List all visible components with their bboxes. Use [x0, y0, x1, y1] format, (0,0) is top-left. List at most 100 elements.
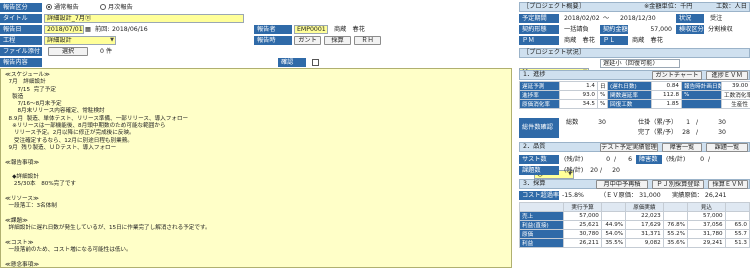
reporter-label: 報告者 [254, 25, 292, 34]
profit-cell: 57,000 [687, 211, 726, 221]
contract-type-value: 一括請負 [564, 26, 589, 33]
profit-row: 売上 57,000 22,023 57,000 [518, 211, 750, 221]
progress-cell: 生産性 [721, 99, 750, 109]
file-count: 0 件 [100, 48, 113, 55]
file-attach-label: ファイル添付 [0, 47, 42, 56]
phase-select[interactable]: 詳細設計 ▼ [44, 36, 116, 45]
issue-count-sub: (残/計) [564, 167, 584, 174]
progress-row: 進捗率93.0%関数遅延率112.8%工数消化率45.7 [519, 90, 750, 100]
profit-header-cell [518, 202, 565, 212]
profit-cell: 31,780 [687, 229, 726, 239]
profit-header-cell [600, 202, 627, 212]
issue-count-b: 20 [612, 167, 620, 174]
wip-b: 30 [718, 119, 726, 126]
progress-cell: 原価消化率 [519, 99, 560, 109]
profit-table: 実行予算 原価実績 見込 売上 57,000 22,023 57,000 利益(直接) 25,6… [518, 202, 750, 248]
progress-cell: 1.4 [559, 81, 598, 91]
report-time-label: 報告時 [254, 36, 292, 45]
calendar-icon[interactable]: ▦ [85, 25, 93, 34]
ev-cost: （ＥＶ原価： 31,000 [600, 192, 661, 199]
gantt-chart-button[interactable]: ガントチャート [652, 71, 702, 80]
profit-cell: 54.0% [600, 229, 627, 239]
profit-cell: 57,000 [563, 211, 602, 221]
issue-count-a: 20 [590, 167, 598, 174]
confirm-label: 確認 [278, 58, 306, 67]
mid-month-button[interactable]: 月中中予再積 [596, 180, 648, 189]
radio-on-icon[interactable] [46, 4, 52, 10]
profit-cell: 30,780 [563, 229, 602, 239]
done-slash: / [696, 129, 699, 136]
profit-cell: 55.7 [724, 229, 750, 239]
report-content-label: 報告内容 [0, 58, 42, 67]
pm-value: 商蔵 春花 [564, 37, 595, 44]
profit-cell: 9,082 [625, 238, 664, 248]
progress-cell: 34.5 [559, 99, 598, 109]
bug-count-sub: (残/計) [666, 156, 686, 163]
profit-cell: 31,371 [625, 229, 664, 239]
test-slash: / [614, 156, 617, 163]
profit-cell: 51.3 [724, 238, 750, 248]
progress-row: 原価消化率34.5%回復工数1.85生産性2.16 [519, 99, 750, 109]
progress-cell [681, 99, 722, 109]
done-label: 完了（累/予） [638, 129, 678, 136]
progress-cell: 進捗率 [519, 90, 560, 100]
bug-slash: / [708, 156, 711, 163]
done-a: 28 [682, 129, 690, 136]
report-date-input[interactable]: 2018/07/01 [44, 25, 84, 34]
forecast-button[interactable]: 採算 [324, 36, 351, 45]
pj-profit-button[interactable]: ＰＪ別採算登録 [652, 180, 704, 189]
bug-list-button[interactable]: 障害一覧 [662, 143, 702, 152]
test-count-label: サスト数 [519, 155, 559, 164]
radio-regular-report[interactable]: 通常報告 [46, 3, 79, 12]
title-input[interactable]: 詳細設計_7月⑪ [44, 14, 244, 23]
status-value: 受注 [710, 15, 723, 22]
phase-label: 工程 [0, 36, 42, 45]
plan-period-label: 予定期間 [519, 14, 559, 23]
contract-amount-value: 57,000 [650, 26, 672, 33]
done-b: 30 [718, 129, 726, 136]
progress-cell: (遅れ日数) [607, 81, 652, 91]
test-count-b: 6 [628, 156, 632, 163]
project-status-header: ［プロジェクト状況］ [519, 48, 750, 58]
progress-cell: 遅延予測 [519, 81, 560, 91]
profit-header-row: 実行予算 原価実績 見込 [518, 202, 750, 212]
gantt-button[interactable]: ガント [294, 36, 321, 45]
profit-cell: 76.8% [662, 220, 689, 230]
progress-evm-button[interactable]: 進捗ＥＶＭ [706, 71, 748, 80]
test-count-a: 0 [606, 156, 610, 163]
profit-row: 原価 30,780 54.0% 31,371 55.2% 31,780 55.7 [518, 229, 750, 239]
contract-type-label: 契約形態 [519, 25, 559, 34]
test-plan-button[interactable]: デスト予定実績管理 [600, 143, 658, 152]
spec-check-label: 総件数確認 [519, 118, 559, 138]
report-content-textarea[interactable]: ≪スケジュール≫ 7月 詳細設計 7/15 完了予定 製造 7/16～8月末予定… [0, 68, 512, 268]
progress-cell: 回復工数 [607, 99, 652, 109]
period-separator: ～ [603, 15, 610, 22]
cost-overrun-label: コスト超過率 [519, 191, 559, 200]
profit-cell: 利益(直接) [518, 220, 565, 230]
progress-cell: 0.84 [651, 81, 682, 91]
confirm-checkbox[interactable] [312, 59, 319, 66]
chevron-down-icon: ▼ [110, 37, 114, 43]
rh-button[interactable]: ＲＨ [354, 36, 381, 45]
progress-table: 遅延予測 1.4 日 (遅れ日数) 0.84 報告時計画日数 39.00 進捗率 93.0% 関数… [519, 81, 750, 109]
profit-cell: 35.5% [600, 238, 627, 248]
project-overview-header: ［プロジェクト概要］ ※金額単位：千円 工数：人日 [519, 2, 750, 12]
profit-cell: 25,621 [563, 220, 602, 230]
file-select-button[interactable]: 選択 [48, 47, 88, 56]
report-type-label: 報告区分 [0, 3, 42, 12]
reporter-name: 商蔵 春花 [334, 26, 365, 33]
radio-off-icon[interactable] [100, 4, 106, 10]
progress-cell: 工数消化率 [721, 90, 750, 100]
bug-count-label: 障害数 [636, 155, 662, 164]
issue-count-label: 課題数 [519, 166, 559, 175]
progress-cell: 112.8 [651, 90, 682, 100]
profit-header-cell: 原価実績 [625, 202, 664, 212]
pl-value: 商蔵 春花 [632, 37, 663, 44]
issue-list-button[interactable]: 課題一覧 [706, 143, 748, 152]
radio-monthly-report[interactable]: 月次報告 [100, 3, 133, 12]
contract-amount-label: 契約金額 [600, 25, 628, 34]
reporter-code-input[interactable]: EMP0001 [294, 25, 328, 34]
profit-evm-button[interactable]: 採算ＥＶＭ [708, 180, 748, 189]
profit-cell: 22,023 [625, 211, 664, 221]
profit-cell: 44.9% [600, 220, 627, 230]
